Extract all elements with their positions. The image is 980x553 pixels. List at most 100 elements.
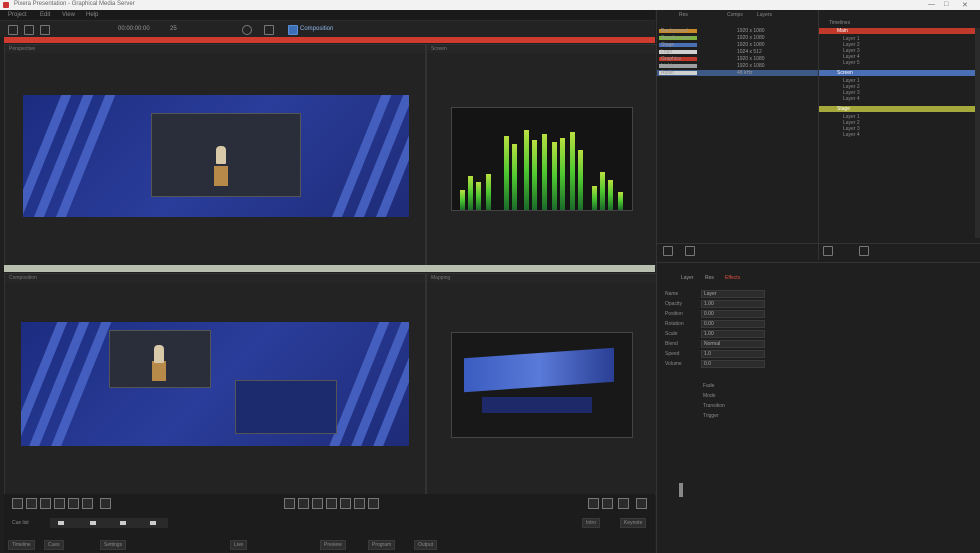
view-3-button[interactable]: [618, 498, 629, 509]
menu-project[interactable]: Project: [8, 12, 27, 18]
resource-row[interactable]: Background 1920 x 1080: [657, 28, 819, 34]
resource-row[interactable]: Logo 1024 x 512: [657, 49, 819, 55]
inspector-tab-res[interactable]: Res: [705, 275, 714, 281]
property-label: Blend: [665, 341, 678, 347]
tab-timeline[interactable]: Timeline: [8, 540, 35, 550]
timeline-layer[interactable]: Layer 4: [843, 132, 860, 138]
view-2-button[interactable]: [602, 498, 613, 509]
title-bar: Pixera Presentation - Graphical Media Se…: [0, 0, 980, 10]
property-field[interactable]: 0.00: [701, 320, 765, 328]
close-button[interactable]: ✕: [962, 1, 968, 9]
mode-icon[interactable]: [288, 25, 298, 35]
mapping-preview: [451, 332, 633, 438]
maximize-button[interactable]: □: [944, 1, 948, 8]
view-4-button[interactable]: [636, 498, 647, 509]
resource-row[interactable]: Graphics 1920 x 1080: [657, 56, 819, 62]
menu-help[interactable]: Help: [86, 12, 98, 18]
timeline-layer[interactable]: Layer 4: [843, 96, 860, 102]
property-field[interactable]: 1.00: [701, 300, 765, 308]
resource-row[interactable]: Audio 48 kHz: [657, 70, 819, 76]
pause-button[interactable]: [26, 498, 37, 509]
tab-resources[interactable]: Res: [679, 12, 688, 18]
marker-button[interactable]: [100, 498, 111, 509]
tool-4-button[interactable]: [326, 498, 337, 509]
resource-row[interactable]: Stage 1920 x 1080: [657, 42, 819, 48]
view-1-button[interactable]: [588, 498, 599, 509]
toolbar: 00:00:00:00 25 Composition: [0, 21, 655, 37]
timeline-group[interactable]: Screen: [819, 70, 980, 76]
settings-icon[interactable]: [859, 246, 869, 256]
minimize-button[interactable]: —: [928, 1, 935, 8]
redo-icon[interactable]: [24, 25, 34, 35]
viewport-mapping[interactable]: Mapping: [426, 273, 657, 495]
tool-1-button[interactable]: [284, 498, 295, 509]
tab-cues[interactable]: Cues: [44, 540, 64, 550]
resource-info: 1920 x 1080: [737, 42, 765, 48]
viewport-screen[interactable]: Screen: [426, 44, 657, 266]
window-title: Pixera Presentation - Graphical Media Se…: [14, 1, 135, 7]
save-icon[interactable]: [40, 25, 50, 35]
property-field[interactable]: Layer: [701, 290, 765, 298]
property-label: Speed: [665, 351, 680, 357]
property-field[interactable]: 0.00: [701, 310, 765, 318]
tool-7-button[interactable]: [368, 498, 379, 509]
property-label: Scale: [665, 331, 678, 337]
tab-live[interactable]: Live: [230, 540, 248, 550]
next-button[interactable]: [68, 498, 79, 509]
tab-output[interactable]: Output: [414, 540, 438, 550]
undo-icon[interactable]: [8, 25, 18, 35]
loop-button[interactable]: [82, 498, 93, 509]
tab-settings[interactable]: Settings: [100, 540, 127, 550]
resource-name: Lights: [661, 63, 675, 69]
resource-info: 48 kHz: [737, 70, 753, 76]
tree-scrollbar[interactable]: [975, 28, 980, 238]
clip-keynote[interactable]: Keynote: [620, 518, 647, 528]
fps-display: 25: [170, 26, 177, 32]
folder-icon[interactable]: [685, 246, 695, 256]
menu-view[interactable]: View: [62, 12, 75, 18]
play-button[interactable]: [12, 498, 23, 509]
prev-button[interactable]: [54, 498, 65, 509]
tool-5-button[interactable]: [340, 498, 351, 509]
tab-preview[interactable]: Preview: [320, 540, 346, 550]
property-field[interactable]: 1.0: [701, 350, 765, 358]
tab-layers[interactable]: Layers: [757, 12, 772, 18]
active-timeline-bar: [4, 37, 655, 43]
viewport-perspective[interactable]: Perspective: [4, 44, 426, 266]
menu-edit[interactable]: Edit: [40, 12, 50, 18]
resource-name: Logo: [661, 49, 673, 55]
property-field[interactable]: 0.0: [701, 360, 765, 368]
layout-icon[interactable]: [264, 25, 274, 35]
secondary-timeline-bar: [4, 265, 655, 272]
resource-row[interactable]: Lights 1920 x 1080: [657, 63, 819, 69]
tool-2-button[interactable]: [298, 498, 309, 509]
tool-3-button[interactable]: [312, 498, 323, 509]
inspector-extra-label: Trigger: [703, 413, 719, 419]
timeline-group[interactable]: Stage: [819, 106, 980, 112]
inspector-tab-effects[interactable]: Effects: [725, 275, 740, 281]
add-resource-icon[interactable]: [663, 246, 673, 256]
resource-name: Audio: [661, 70, 674, 76]
tool-6-button[interactable]: [354, 498, 365, 509]
property-field[interactable]: Normal: [701, 340, 765, 348]
viewport-composition[interactable]: Composition: [4, 273, 426, 495]
record-icon[interactable]: [242, 25, 252, 35]
clip-intro[interactable]: Intro: [582, 518, 601, 528]
timeline-layer[interactable]: Layer 5: [843, 60, 860, 66]
inspector-tab-layer[interactable]: Layer: [681, 275, 694, 281]
add-timeline-icon[interactable]: [823, 246, 833, 256]
stop-button[interactable]: [40, 498, 51, 509]
timeline-tree-header: Timelines: [829, 20, 851, 26]
timeline-group[interactable]: Main: [819, 28, 980, 34]
resource-info: 1920 x 1080: [737, 63, 765, 69]
mode-label[interactable]: Composition: [300, 26, 333, 32]
timeline-group-label: Main: [837, 28, 848, 34]
inspector-scroll-handle[interactable]: [679, 483, 683, 497]
tab-program[interactable]: Program: [368, 540, 396, 550]
tab-comps[interactable]: Comps: [727, 12, 743, 18]
cue-strip[interactable]: [50, 518, 168, 528]
timeline-group-label: Screen: [837, 70, 853, 76]
timeline-tree: Main Layer 1 Layer 2 Layer 3 Layer 4 Layer 5S…: [819, 28, 980, 148]
resource-row[interactable]: Speaker cam 1920 x 1080: [657, 35, 819, 41]
property-field[interactable]: 1.00: [701, 330, 765, 338]
